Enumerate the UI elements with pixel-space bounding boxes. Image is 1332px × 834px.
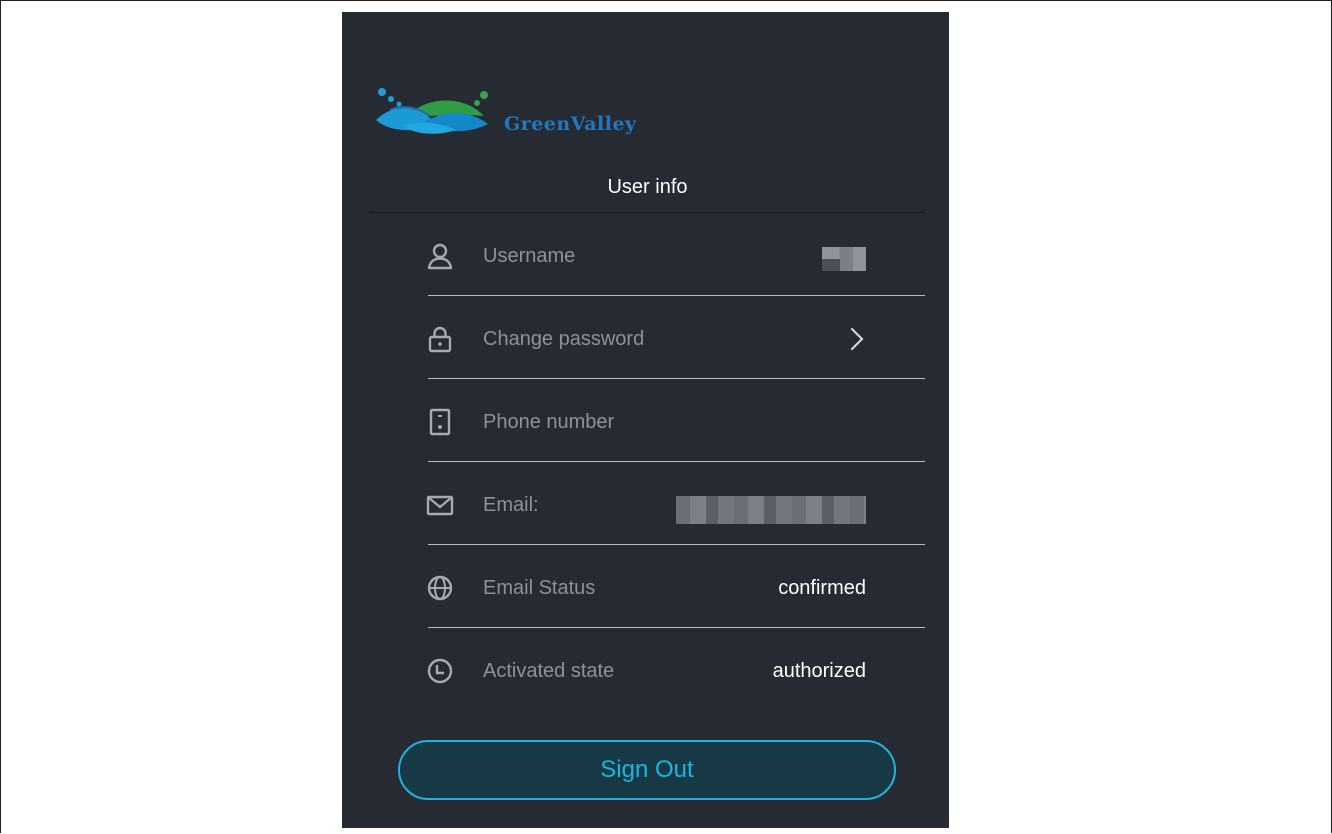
row-email: Email: <box>342 462 949 545</box>
email-status-label: Email Status <box>483 577 596 599</box>
greenvalley-logo: GreenValley <box>372 88 672 148</box>
username-label: Username <box>483 245 576 267</box>
row-change-password[interactable]: Change password <box>342 296 949 379</box>
email-label: Email: <box>483 494 539 516</box>
user-icon <box>426 242 454 270</box>
activated-state-label: Activated state <box>483 660 615 682</box>
email-value-redacted <box>676 496 866 524</box>
phone-icon <box>426 408 454 436</box>
user-info-panel: GreenValley User info Username Change pa… <box>342 12 949 828</box>
sign-out-button[interactable]: Sign Out <box>398 740 896 800</box>
row-phone-number: Phone number <box>342 379 949 462</box>
logo-wordmark: GreenValley <box>504 113 637 135</box>
activated-state-value: authorized <box>772 660 866 682</box>
phone-number-label: Phone number <box>483 411 615 433</box>
row-username: Username <box>342 213 949 296</box>
username-value-redacted <box>822 247 866 271</box>
mail-icon <box>426 491 454 519</box>
chevron-right-icon <box>849 326 865 352</box>
row-email-status: Email Status confirmed <box>342 545 949 628</box>
row-activated-state: Activated state authorized <box>342 628 949 711</box>
change-password-label: Change password <box>483 328 645 350</box>
email-status-value: confirmed <box>778 577 866 599</box>
lock-icon <box>426 325 454 353</box>
clock-icon <box>426 657 454 685</box>
page-title: User info <box>607 176 688 198</box>
globe-icon <box>426 574 454 602</box>
